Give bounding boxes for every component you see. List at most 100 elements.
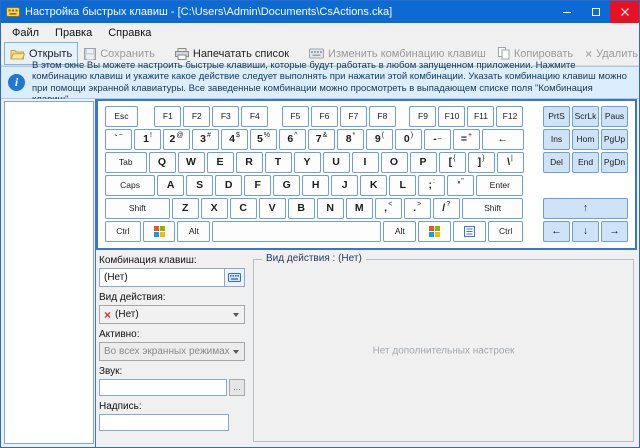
browse-sound-button[interactable]: ...	[229, 379, 245, 396]
key-U[interactable]: U	[323, 152, 350, 173]
key-F12[interactable]: F12	[496, 106, 523, 127]
key-9[interactable]: 9(	[366, 129, 393, 150]
key-F10[interactable]: F10	[438, 106, 465, 127]
key-X[interactable]: X	[201, 198, 228, 219]
menu-key[interactable]	[453, 221, 486, 242]
key-W[interactable]: W	[178, 152, 205, 173]
key-L[interactable]: L	[389, 175, 416, 196]
key-D[interactable]: D	[215, 175, 242, 196]
key-Esc[interactable]: Esc	[105, 106, 138, 127]
key-Shift[interactable]: Shift	[105, 198, 170, 219]
key-1[interactable]: 1!	[134, 129, 161, 150]
key-N[interactable]: N	[317, 198, 344, 219]
key-F11[interactable]: F11	[467, 106, 494, 127]
key-F6[interactable]: F6	[311, 106, 338, 127]
minimize-button[interactable]	[552, 1, 581, 23]
key-7[interactable]: 7&	[308, 129, 335, 150]
key-S[interactable]: S	[186, 175, 213, 196]
key-E[interactable]: E	[207, 152, 234, 173]
close-button[interactable]	[610, 1, 639, 23]
key-3[interactable]: 3#	[192, 129, 219, 150]
key-Alt[interactable]: Alt	[177, 221, 210, 242]
active-mode-select[interactable]: Во всех экранных режимах	[99, 342, 245, 361]
key-J[interactable]: J	[331, 175, 358, 196]
key-Q[interactable]: Q	[149, 152, 176, 173]
key-F2[interactable]: F2	[183, 106, 210, 127]
key-Caps[interactable]: Caps	[105, 175, 155, 196]
key-/[interactable]: /?	[433, 198, 460, 219]
key-0[interactable]: 0)	[395, 129, 422, 150]
key-=[interactable]: =+	[453, 129, 480, 150]
key-←[interactable]: ←	[543, 221, 570, 242]
key-End[interactable]: End	[572, 152, 599, 173]
sound-input[interactable]	[99, 379, 227, 396]
key-K[interactable]: K	[360, 175, 387, 196]
key-Paus[interactable]: Paus	[601, 106, 628, 127]
key-Del[interactable]: Del	[543, 152, 570, 173]
key-←[interactable]: ←	[482, 129, 524, 150]
key-M[interactable]: M	[346, 198, 373, 219]
key-Ctrl[interactable]: Ctrl	[488, 221, 524, 242]
key-PgDn[interactable]: PgDn	[601, 152, 628, 173]
key-PgUp[interactable]: PgUp	[601, 129, 628, 150]
key-Alt[interactable]: Alt	[383, 221, 416, 242]
key-Shift[interactable]: Shift	[462, 198, 524, 219]
key-5[interactable]: 5%	[250, 129, 277, 150]
combination-field[interactable]: (Нет)	[99, 268, 245, 287]
key-2[interactable]: 2@	[163, 129, 190, 150]
key-][interactable]: ]}	[468, 152, 495, 173]
key-\[interactable]: \|	[497, 152, 524, 173]
key-F3[interactable]: F3	[212, 106, 239, 127]
key-space[interactable]	[212, 221, 381, 242]
key-H[interactable]: H	[302, 175, 329, 196]
key-Enter[interactable]: Enter	[476, 175, 523, 196]
key-PrtS[interactable]: PrtS	[543, 106, 570, 127]
key-4[interactable]: 4$	[221, 129, 248, 150]
key-A[interactable]: A	[157, 175, 184, 196]
key-F4[interactable]: F4	[241, 106, 268, 127]
key-F[interactable]: F	[244, 175, 271, 196]
combination-keyboard-button[interactable]	[224, 269, 244, 286]
key-R[interactable]: R	[236, 152, 263, 173]
key-F5[interactable]: F5	[282, 106, 309, 127]
key-6[interactable]: 6^	[279, 129, 306, 150]
key-Z[interactable]: Z	[172, 198, 199, 219]
key-B[interactable]: B	[288, 198, 315, 219]
key-I[interactable]: I	[352, 152, 379, 173]
win-key[interactable]	[418, 221, 451, 242]
key-ScrLk[interactable]: ScrLk	[572, 106, 599, 127]
key-→[interactable]: →	[601, 221, 628, 242]
key-'[interactable]: '"	[447, 175, 474, 196]
caption-input[interactable]	[99, 414, 229, 431]
key-Y[interactable]: Y	[294, 152, 321, 173]
key-;[interactable]: ;:	[418, 175, 445, 196]
key-Hom[interactable]: Hom	[572, 129, 599, 150]
key-Ctrl[interactable]: Ctrl	[105, 221, 141, 242]
win-key[interactable]	[143, 221, 176, 242]
key-O[interactable]: O	[381, 152, 408, 173]
key-F7[interactable]: F7	[340, 106, 367, 127]
menu-help[interactable]: Справка	[100, 25, 159, 41]
key-,[interactable]: ,<	[375, 198, 402, 219]
action-type-select[interactable]: × (Нет)	[99, 305, 245, 324]
key-Ins[interactable]: Ins	[543, 129, 570, 150]
key-[[interactable]: [{	[439, 152, 466, 173]
key-`[interactable]: `~	[105, 129, 132, 150]
key-P[interactable]: P	[410, 152, 437, 173]
combinations-list[interactable]	[4, 101, 94, 444]
key-V[interactable]: V	[259, 198, 286, 219]
key-↓[interactable]: ↓	[572, 221, 599, 242]
maximize-button[interactable]	[581, 1, 610, 23]
key-↑[interactable]: ↑	[543, 198, 628, 219]
key-G[interactable]: G	[273, 175, 300, 196]
key-F9[interactable]: F9	[409, 106, 436, 127]
key-F8[interactable]: F8	[369, 106, 396, 127]
key-T[interactable]: T	[265, 152, 292, 173]
key-C[interactable]: C	[230, 198, 257, 219]
key-Tab[interactable]: Tab	[105, 152, 147, 173]
key-8[interactable]: 8*	[337, 129, 364, 150]
menu-edit[interactable]: Правка	[47, 25, 100, 41]
key--[interactable]: -_	[424, 129, 451, 150]
key-.[interactable]: .>	[404, 198, 431, 219]
menu-file[interactable]: Файл	[4, 25, 47, 41]
